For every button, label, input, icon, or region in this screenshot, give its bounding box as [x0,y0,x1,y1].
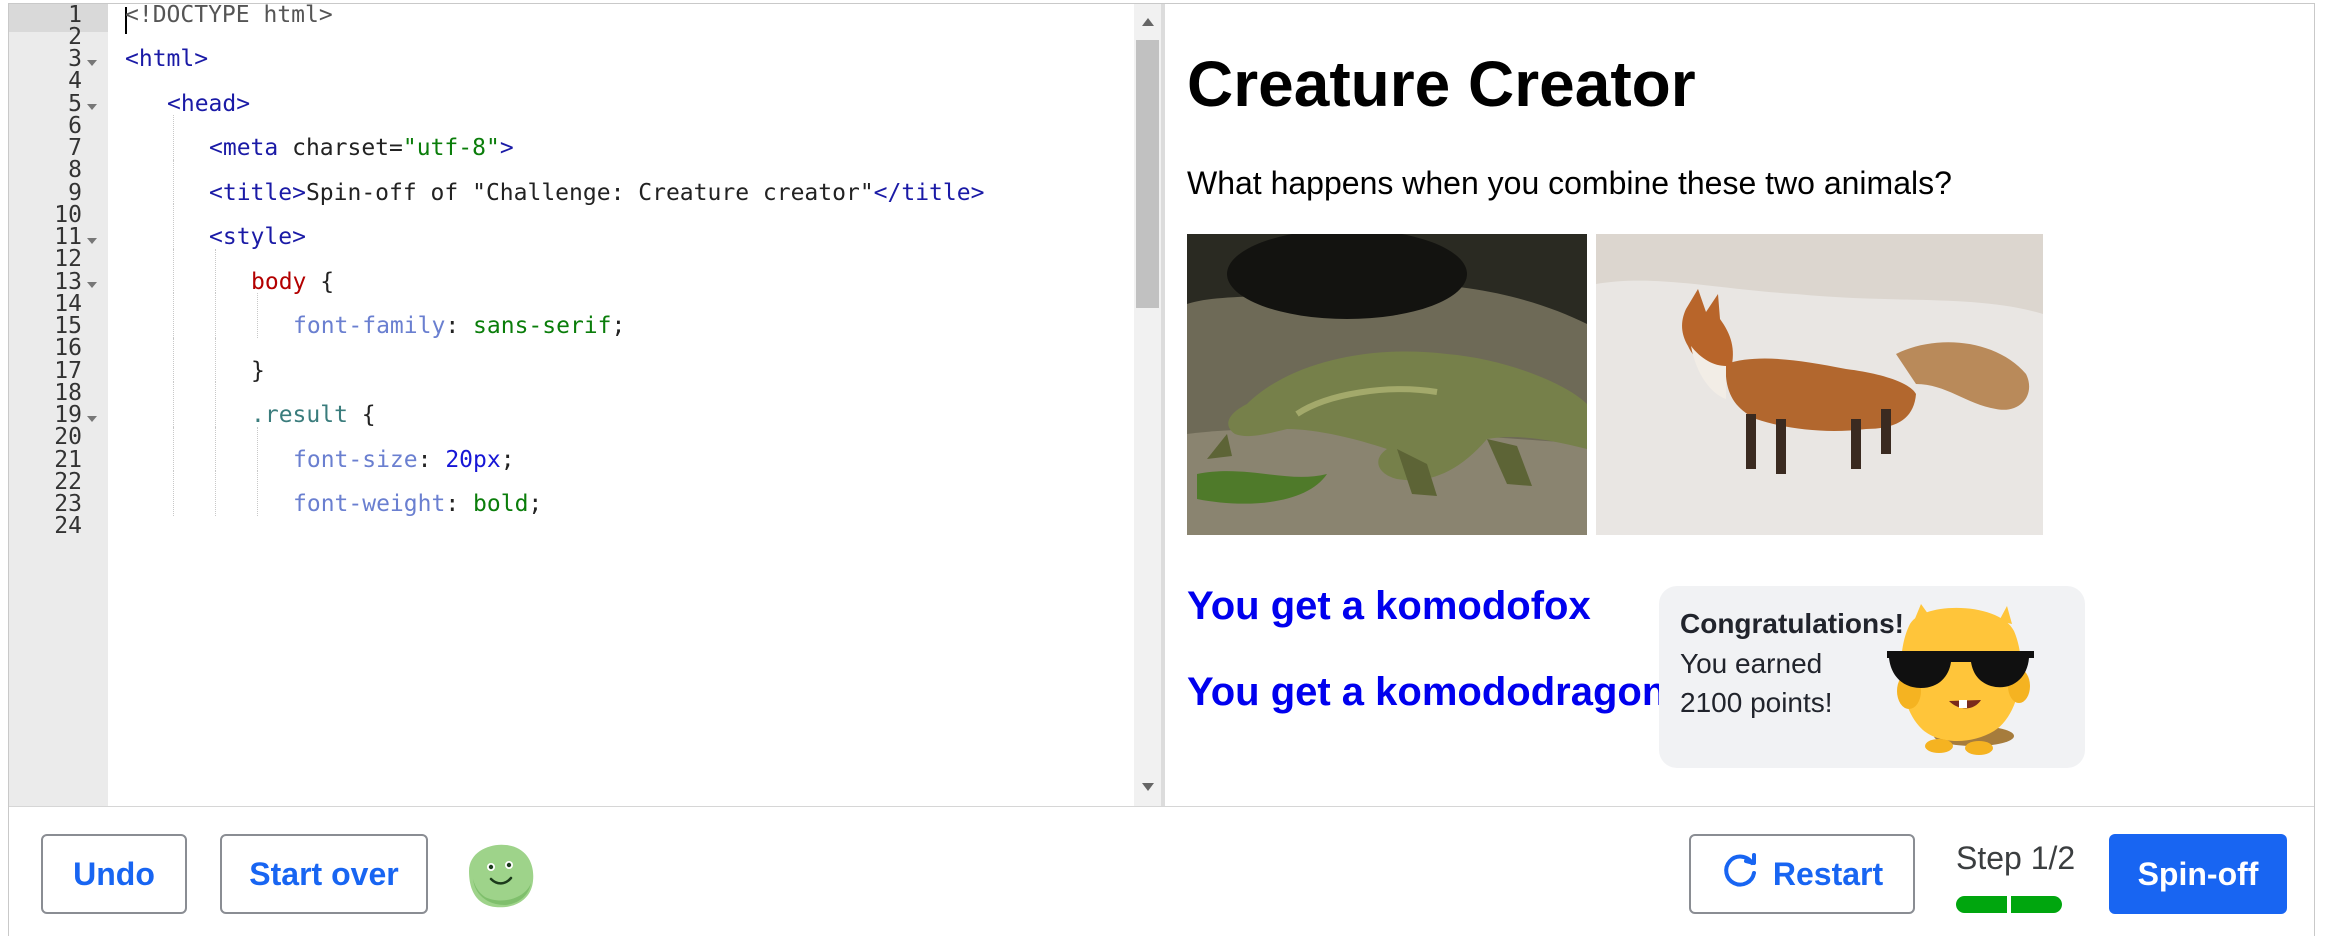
scroll-down-icon[interactable] [1142,783,1154,791]
editor-scrollbar[interactable] [1134,4,1161,806]
toast-message: You earned [1680,648,1823,679]
fold-arrow-icon[interactable] [87,282,97,288]
scroll-up-icon[interactable] [1142,18,1154,26]
toast-title: Congratulations! [1680,608,1904,639]
fold-arrow-icon[interactable] [87,415,97,422]
indent-guide [215,248,216,294]
step-progress-segment [1956,896,2007,913]
output-preview: Creature Creator What happens when you c… [1165,4,2314,806]
indent-guide [173,471,174,516]
code-line[interactable]: <title>Spin-off of "Challenge: Creature … [209,177,984,210]
congratulations-toast: Congratulations! You earned 2100 points! [1659,586,2085,768]
code-token: { [347,402,376,428]
code-token: bold [473,491,529,517]
code-editor[interactable]: 1 2 3 4 5 6 7 8 9 10 11 12 13 14 15 16 17 18 19 20 21 22 23 24 … [9,4,1161,806]
indent-guide [215,471,216,516]
code-line[interactable]: font-weight: bold; [293,488,542,521]
code-token: "utf-8" [402,135,500,161]
fold-arrow-icon[interactable] [87,237,97,244]
code-token: charset= [278,135,403,161]
restart-button[interactable]: Restart [1689,834,1915,914]
indent-guide [173,337,174,383]
code-line[interactable]: body { [251,266,334,299]
line-number-gutter: 1 2 3 4 5 6 7 8 9 10 11 12 13 14 15 16 17 18 19 20 21 22 23 24 [9,4,108,806]
code-token: Spin-off of "Challenge: Creature creator… [305,179,874,206]
indent-guide [215,382,216,427]
indent-guide [215,293,216,338]
code-token: <html> [125,46,209,72]
code-token: font-weight [293,491,446,517]
indent-guide [257,293,258,338]
indent-guide [173,248,174,294]
code-token: <style> [209,224,306,250]
code-line[interactable]: } [251,355,265,388]
code-token: font-size [293,446,418,473]
code-token: ; [500,446,515,473]
indent-guide [215,337,216,383]
indent-guide [173,115,174,160]
code-token: ; [528,491,543,517]
challenge-workspace: 1 2 3 4 5 6 7 8 9 10 11 12 13 14 15 16 17 18 19 20 21 22 23 24 … [8,3,2315,936]
code-token: </title> [873,179,985,206]
code-token: : [445,313,474,339]
code-line[interactable]: font-family: sans-serif; [293,310,625,343]
code-token: font-family [293,313,446,339]
code-token: : [417,446,446,473]
helper-avatar-icon[interactable] [461,841,537,911]
code-token: <head> [167,90,251,117]
code-line[interactable]: .result { [251,399,376,432]
komodo-dragon-image [1187,234,1587,535]
indent-guide [173,204,174,249]
toast-points: 2100 points! [1680,687,1833,718]
code-line[interactable]: <meta charset="utf-8"> [209,132,514,165]
undo-button[interactable]: Undo [41,834,187,914]
step-progress-segment [2011,896,2062,913]
code-token: <title> [209,179,306,206]
mascot-sunglasses-icon [1879,596,2039,761]
code-token: > [499,135,514,161]
indent-guide [173,293,174,338]
code-line[interactable]: <head> [167,88,250,121]
fold-arrow-icon[interactable] [87,59,97,66]
code-token: <!DOCTYPE html> [125,4,333,28]
result-text: You get a komodofox [1187,584,1591,628]
code-token: { [306,268,335,295]
indent-guide [173,426,174,472]
line-number: 24 [54,513,82,540]
code-area[interactable]: <!DOCTYPE html> <html> <head> <meta charset… [108,4,1134,806]
code-token: <meta [209,135,279,161]
code-token: : [445,491,474,517]
indent-guide [257,426,258,472]
restart-icon [1721,851,1759,897]
code-token: 20px [445,446,501,473]
code-line[interactable]: font-size: 20px; [293,444,515,477]
spin-off-button[interactable]: Spin-off [2109,834,2287,914]
indent-guide [173,159,174,205]
indent-guide [173,382,174,427]
scrollbar-thumb[interactable] [1136,40,1159,308]
footer-toolbar: Undo Start over Restart Step 1/2 Spin-of… [9,806,2314,936]
page-subtitle: What happens when you combine these two … [1187,165,1952,201]
indent-guide [215,426,216,472]
restart-label: Restart [1772,855,1884,892]
code-token: sans-serif [473,313,612,339]
start-over-button[interactable]: Start over [220,834,428,914]
code-token: body [251,268,307,295]
result-text: You get a komododragon [1187,670,1667,714]
fold-arrow-icon[interactable] [87,104,97,110]
code-line[interactable]: <html> [125,43,208,76]
indent-guide [257,471,258,516]
code-token: ; [611,313,626,339]
code-token: .result [251,402,348,428]
step-indicator: Step 1/2 [1956,840,2076,876]
red-fox-image [1596,234,2043,535]
code-line[interactable]: <style> [209,221,306,254]
code-line[interactable]: <!DOCTYPE html> [125,4,333,32]
page-title: Creature Creator [1187,48,1696,120]
code-token: } [251,357,265,384]
